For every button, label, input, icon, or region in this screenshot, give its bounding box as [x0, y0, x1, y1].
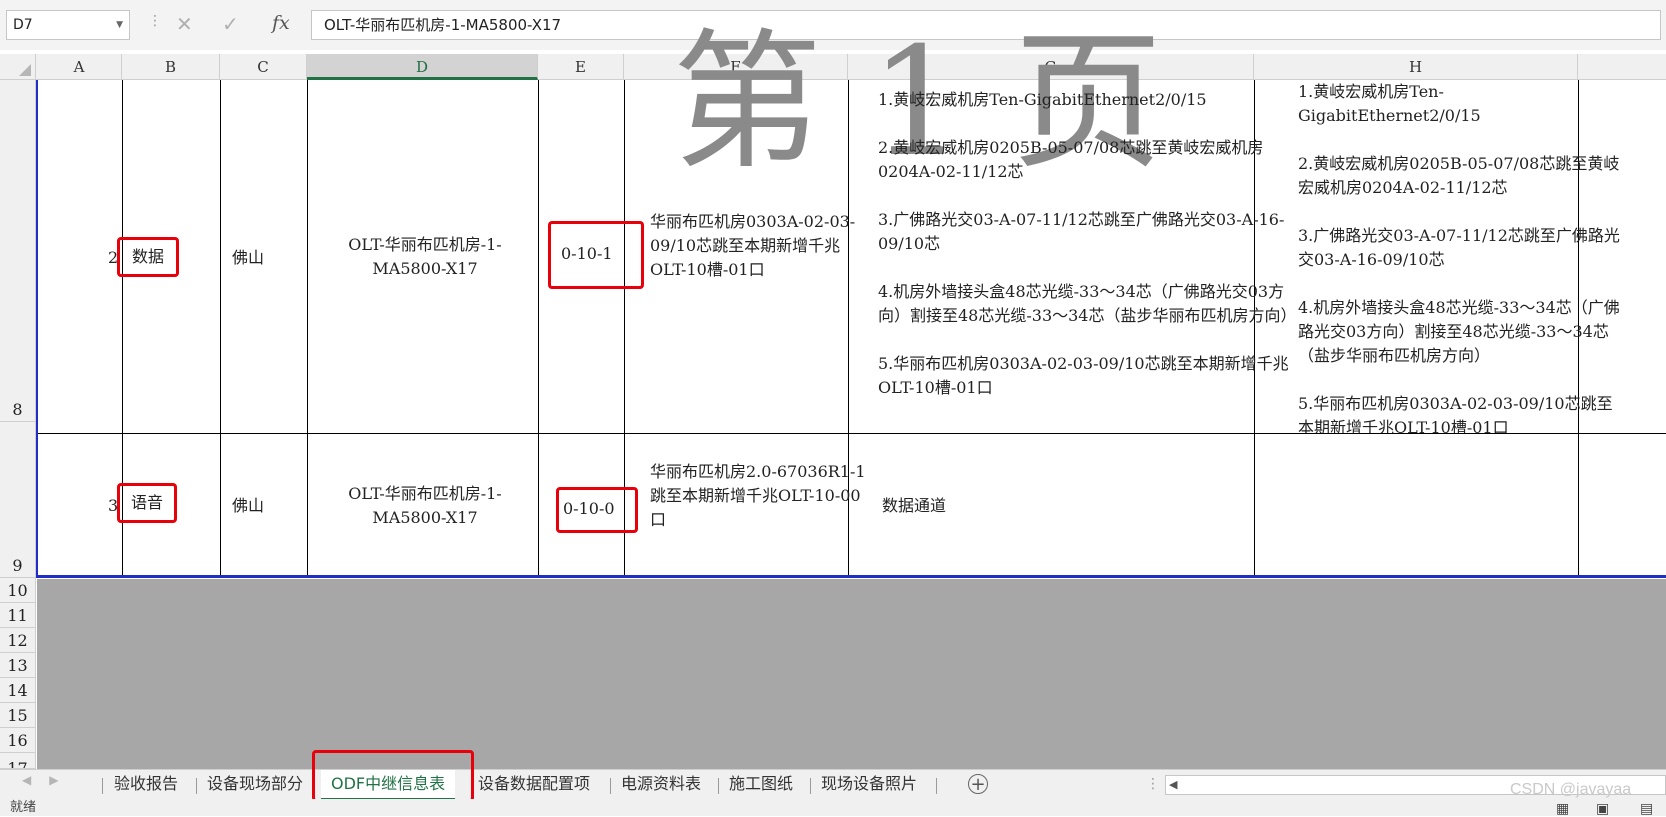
line-h8-4: 4.机房外墙接头盒48芯光缆-33～34芯（广佛路光交03方向）割接至48芯光缆… [1298, 298, 1620, 365]
row-header-8[interactable]: 8 [0, 80, 36, 422]
select-all-button[interactable] [0, 54, 36, 80]
row-header-13[interactable]: 13 [0, 653, 36, 678]
cell-c9[interactable]: 佛山 [232, 494, 312, 518]
line-g8-1: 1.黄岐宏威机房Ten-GigabitEthernet2/0/15 [878, 90, 1207, 109]
insert-function-icon[interactable]: fx [272, 12, 290, 34]
column-header-e[interactable]: E [538, 54, 624, 80]
cell-f9[interactable]: 华丽布匹机房2.0-67036R1-1跳至本期新增千兆OLT-10-00口 [650, 460, 868, 532]
line-h8-1: 1.黄岐宏威机房Ten-GigabitEthernet2/0/15 [1298, 82, 1481, 125]
empty-area [37, 579, 1666, 769]
status-ready: 就绪 [10, 800, 37, 815]
line-h8-3: 3.广佛路光交03-A-07-11/12芯跳至广佛路光交03-A-16-09/1… [1298, 226, 1620, 269]
tab-site-photos[interactable]: 现场设备照片 [811, 770, 927, 800]
cell-d8[interactable]: OLT-华丽布匹机房-1-MA5800-X17 [320, 233, 530, 281]
cell-e9[interactable]: 0-10-0 [556, 487, 638, 533]
line-h8-5: 5.华丽布匹机房0303A-02-03-09/10芯跳至本期新增千兆OLT-10… [1298, 394, 1613, 433]
tab-scroll-arrows-icon[interactable]: ◀▶ [22, 773, 76, 787]
line-g8-2: 2.黄岐宏威机房0205B-05-07/08芯跳至黄岐宏威机房0204A-02-… [878, 138, 1264, 181]
add-sheet-button[interactable]: + [968, 774, 988, 794]
tab-device-config[interactable]: 设备数据配置项 [468, 770, 600, 800]
status-bar: 就绪 ▦ ▣ ▤ [0, 799, 1666, 817]
row-header-12[interactable]: 12 [0, 628, 36, 653]
cell-d9[interactable]: OLT-华丽布匹机房-1-MA5800-X17 [320, 482, 530, 530]
name-box-value: D7 [13, 17, 33, 33]
cell-b9[interactable]: 语音 [117, 483, 177, 523]
enter-icon[interactable]: ✓ [222, 12, 239, 36]
selection-border [36, 80, 38, 578]
tab-construction-drawings[interactable]: 施工图纸 [719, 770, 803, 800]
grid-line [538, 80, 539, 578]
row-header-16[interactable]: 16 [0, 728, 36, 753]
row-header-15[interactable]: 15 [0, 703, 36, 728]
row-header-10[interactable]: 10 [0, 578, 36, 603]
column-header-b[interactable]: B [122, 54, 220, 80]
cell-g8[interactable]: 1.黄岐宏威机房Ten-GigabitEthernet2/0/15 2.黄岐宏威… [878, 88, 1290, 428]
cell-f8[interactable]: 华丽布匹机房0303A-02-03-09/10芯跳至本期新增千兆OLT-10槽-… [650, 210, 868, 282]
tab-separator [936, 778, 937, 794]
cell-g9[interactable]: 数据通道 [882, 494, 1242, 518]
highlight-box [312, 750, 474, 802]
csdn-watermark: CSDN @javayaa [1510, 781, 1632, 798]
tab-power-data[interactable]: 电源资料表 [611, 770, 711, 800]
grid-line [220, 80, 221, 578]
row-header-9[interactable]: 9 [0, 422, 36, 578]
drag-handle-icon[interactable]: ⋮ [148, 13, 162, 29]
line-g8-5: 5.华丽布匹机房0303A-02-03-09/10芯跳至本期新增千兆OLT-10… [878, 354, 1289, 397]
line-h8-2: 2.黄岐宏威机房0205B-05-07/08芯跳至黄岐宏威机房0204A-02-… [1298, 154, 1620, 197]
column-header-h[interactable]: H [1254, 54, 1578, 80]
line-g8-4: 4.机房外墙接头盒48芯光缆-33～34芯（广佛路光交03方向）割接至48芯光缆… [878, 282, 1290, 325]
scroll-left-icon[interactable]: ◀ [1169, 778, 1177, 791]
tab-device-site[interactable]: 设备现场部分 [197, 770, 313, 800]
line-g8-3: 3.广佛路光交03-A-07-11/12芯跳至广佛路光交03-A-16-09/1… [878, 210, 1285, 253]
column-header-c[interactable]: C [220, 54, 307, 80]
cell-b8[interactable]: 数据 [117, 237, 179, 277]
column-header-a[interactable]: A [37, 54, 122, 80]
cell-e8[interactable]: 0-10-1 [548, 221, 644, 289]
page-layout-icon[interactable]: ▣ [1596, 801, 1609, 817]
cancel-icon[interactable]: ✕ [176, 12, 193, 36]
normal-view-icon[interactable]: ▦ [1556, 801, 1569, 817]
cell-c8[interactable]: 佛山 [232, 246, 312, 270]
page-break-icon[interactable]: ▤ [1640, 801, 1653, 817]
tab-separator [102, 778, 103, 794]
row-header-17[interactable]: 17 [0, 753, 36, 769]
name-box[interactable]: D7 ▼ [6, 10, 130, 40]
selection-border [37, 575, 1666, 578]
row-header-11[interactable]: 11 [0, 603, 36, 628]
grid-line [37, 433, 1666, 434]
row-header-14[interactable]: 14 [0, 678, 36, 703]
chevron-down-icon[interactable]: ▼ [116, 11, 123, 39]
tab-acceptance-report[interactable]: 验收报告 [104, 770, 188, 800]
column-header-d[interactable]: D [307, 54, 538, 80]
drag-handle-icon[interactable]: ⋮ [1146, 776, 1160, 792]
sheet-tab-bar: ◀▶ 验收报告 设备现场部分 ODF中继信息表 设备数据配置项 电源资料表 施工… [0, 750, 1666, 802]
cell-h8[interactable]: 1.黄岐宏威机房Ten-GigabitEthernet2/0/15 2.黄岐宏威… [1298, 80, 1620, 433]
